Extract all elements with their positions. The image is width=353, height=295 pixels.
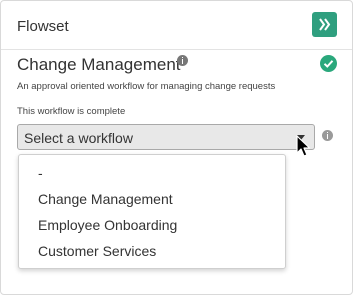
workflow-name: Change Management (17, 55, 181, 74)
option-customer-services[interactable]: Customer Services (38, 243, 156, 259)
workflow-description: An approval oriented workflow for managi… (17, 81, 276, 92)
workflow-status: This workflow is complete (17, 106, 126, 117)
panel-header: Flowset (1, 1, 352, 50)
select-info-icon[interactable] (322, 130, 333, 141)
workflow-dropdown-menu: - Change Management Employee Onboarding … (18, 154, 286, 269)
option-none[interactable]: - (38, 165, 43, 181)
mouse-pointer-icon (296, 135, 312, 164)
option-change-management[interactable]: Change Management (38, 191, 173, 207)
check-circle-icon (320, 55, 337, 72)
workflow-select[interactable]: Select a workflow (17, 124, 315, 150)
select-placeholder: Select a workflow (24, 130, 133, 146)
flowset-logo-icon[interactable] (312, 12, 337, 37)
panel-title: Flowset (17, 18, 69, 35)
info-icon[interactable] (177, 55, 188, 66)
option-employee-onboarding[interactable]: Employee Onboarding (38, 217, 177, 233)
